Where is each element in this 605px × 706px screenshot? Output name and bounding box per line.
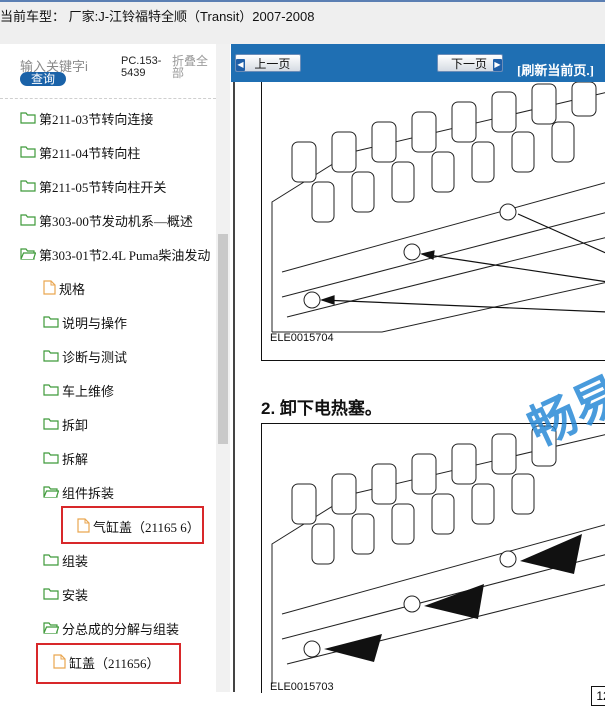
tree-item-label: 车上维修 (62, 384, 115, 400)
folder-icon (20, 212, 36, 232)
next-page-button[interactable]: 下一页 ▶ (437, 54, 503, 72)
tree-item-label: 分总成的分解与组装 (62, 622, 180, 638)
query-button[interactable]: 查询 (20, 72, 66, 86)
folder-icon (20, 144, 36, 164)
vehicle-model-title: 当前车型： 厂家:J-江铃福特全顺（Transit）2007-2008 (0, 9, 315, 24)
tree-item[interactable]: 拆解 (43, 449, 88, 469)
folder-icon (43, 552, 59, 572)
tree-item-label: 组装 (62, 554, 89, 570)
tree-item-label: 组件拆装 (62, 486, 115, 502)
tree-item-label: 第211-05节转向柱开关 (39, 180, 167, 196)
folder-icon (43, 450, 59, 470)
tree-item-label: 第211-04节转向柱 (39, 146, 141, 162)
page-nav-bar: ◀ 上一页 下一页 ▶ [刷新当前页.] (231, 44, 605, 82)
tree-item[interactable]: 分总成的分解与组装 (43, 619, 179, 639)
title-bar: 当前车型： 厂家:J-江铃福特全顺（Transit）2007-2008 (0, 0, 605, 44)
arrow-right-icon: ▶ (493, 58, 502, 71)
tree-item[interactable]: 规格 (43, 279, 85, 299)
folder-open-icon (43, 484, 60, 504)
glow-plug-illustration (271, 425, 605, 684)
refresh-page-link[interactable]: [刷新当前页.] (517, 60, 594, 79)
folder-icon (20, 178, 36, 198)
page-icon (43, 279, 56, 301)
tree-item-label: 规格 (59, 282, 86, 298)
tree-item-label: 安装 (62, 588, 89, 604)
search-area: 输入关键字i 查询 PC.153-5439 折叠全部 (0, 44, 216, 99)
tree-item-label: 第211-03节转向连接 (39, 112, 154, 128)
tree-item-label: 诊断与测试 (62, 350, 128, 366)
folder-icon (43, 314, 59, 334)
tree-item[interactable]: 第211-03节转向连接 (20, 109, 153, 129)
page-number-badge: 12 (591, 686, 605, 706)
figure-1-label: ELE0015704 (270, 332, 334, 344)
tree-item[interactable]: 第303-01节2.4L Puma柴油发动 (20, 245, 210, 265)
arrow-left-icon: ◀ (236, 58, 245, 71)
tree-item-label: 第303-00节发动机系—概述 (39, 214, 193, 230)
tree-item[interactable]: 安装 (43, 585, 88, 605)
tree-item-label: 说明与操作 (62, 316, 128, 332)
tree-item[interactable]: 拆卸 (43, 415, 88, 435)
tree-scrollbar[interactable] (216, 44, 230, 692)
next-page-label: 下一页 (450, 57, 487, 71)
folder-icon (43, 348, 59, 368)
tree-item[interactable]: 第211-05节转向柱开关 (20, 177, 166, 197)
step-instruction: 2. 卸下电热塞。 (261, 399, 382, 418)
scrollbar-thumb[interactable] (218, 234, 228, 444)
engine-figure-1: ELE0015704 (261, 82, 605, 361)
tree-item[interactable]: 说明与操作 (43, 313, 127, 333)
folder-icon (20, 110, 36, 130)
tree-item[interactable]: 第211-04节转向柱 (20, 143, 140, 163)
folder-icon (43, 416, 59, 436)
highlight-box-cylinder-cover (36, 643, 181, 684)
cylinder-head-illustration (271, 82, 605, 333)
prev-page-button[interactable]: ◀ 上一页 (235, 54, 301, 72)
folder-icon (43, 382, 59, 402)
tree-item-label: 第303-01节2.4L Puma柴油发动 (39, 248, 211, 264)
folder-icon (43, 586, 59, 606)
document-pane: ◀ 上一页 下一页 ▶ [刷新当前页.] ELE0015704 2. 卸下电热塞… (231, 44, 605, 706)
tree-item[interactable]: 组装 (43, 551, 88, 571)
tree-item[interactable]: 第303-00节发动机系—概述 (20, 211, 193, 231)
highlight-box-cylinder-head (61, 506, 204, 544)
tree-item[interactable]: 车上维修 (43, 381, 114, 401)
collapse-all-button[interactable]: 折叠全部 (172, 55, 214, 79)
tree-item-label: 拆卸 (62, 418, 89, 434)
tree-item-label: 拆解 (62, 452, 89, 468)
tree-item[interactable]: 组件拆装 (43, 483, 114, 503)
manual-page: ELE0015704 2. 卸下电热塞。 ELE0015703 畅易 1 (233, 82, 605, 706)
engine-figure-2: ELE0015703 (261, 423, 605, 693)
folder-open-icon (20, 246, 37, 266)
code-label: PC.153-5439 (121, 55, 162, 79)
folder-open-icon (43, 620, 60, 640)
figure-2-label: ELE0015703 (270, 681, 334, 693)
tree-item[interactable]: 诊断与测试 (43, 347, 127, 367)
prev-page-label: 上一页 (254, 57, 291, 71)
left-pane: 输入关键字i 查询 PC.153-5439 折叠全部 第211-03节转向连接第… (0, 44, 230, 692)
